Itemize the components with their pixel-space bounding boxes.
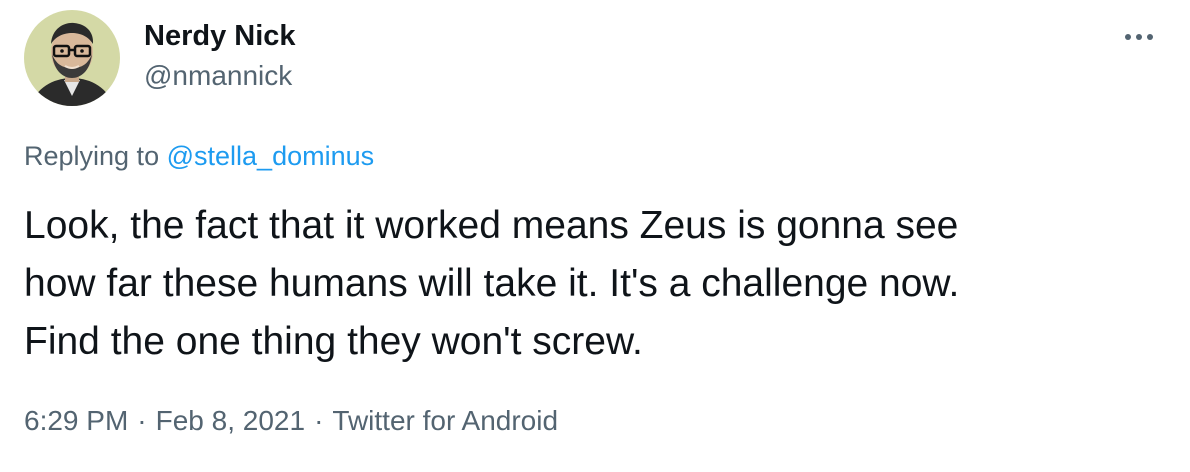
tweet-text-line: Find the one thing they won't screw.	[24, 320, 643, 363]
reply-prefix: Replying to	[24, 141, 160, 171]
avatar[interactable]	[24, 10, 120, 106]
reply-mention-link[interactable]: @stella_dominus	[167, 141, 375, 171]
more-options-button[interactable]	[1117, 22, 1161, 52]
more-options-icon	[1125, 34, 1153, 40]
tweet-date[interactable]: Feb 8, 2021	[156, 405, 305, 436]
reply-context: Replying to @stella_dominus	[24, 141, 374, 172]
meta-separator: ·	[314, 405, 324, 436]
tweet-time[interactable]: 6:29 PM	[24, 405, 128, 436]
tweet-card: Nerdy Nick @nmannick Replying to @stella…	[0, 0, 1190, 472]
meta-separator: ·	[137, 405, 147, 436]
tweet-text-line: how far these humans will take it. It's …	[24, 262, 960, 305]
user-handle[interactable]: @nmannick	[144, 60, 292, 92]
tweet-source-link[interactable]: Twitter for Android	[332, 405, 558, 436]
tweet-metadata: 6:29 PM · Feb 8, 2021 · Twitter for Android	[24, 405, 558, 437]
tweet-text-line: Look, the fact that it worked means Zeus…	[24, 204, 959, 247]
avatar-photo-icon	[24, 10, 120, 106]
tweet-text: Look, the fact that it worked means Zeus…	[24, 197, 1144, 371]
display-name[interactable]: Nerdy Nick	[144, 20, 296, 53]
